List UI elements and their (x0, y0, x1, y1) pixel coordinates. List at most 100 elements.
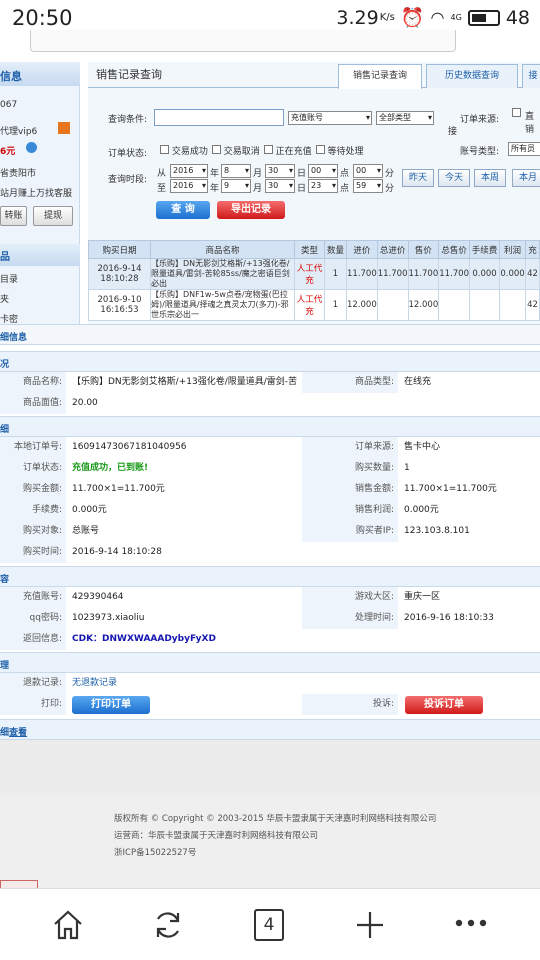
today-button[interactable]: 今天 (438, 169, 470, 187)
col-name: 商品名称 (150, 240, 295, 259)
face-value: 20.00 (72, 398, 98, 408)
search-input[interactable] (154, 109, 284, 126)
left-menu-catalog[interactable]: 目录 (0, 272, 80, 285)
transfer-button[interactable]: 转账 (0, 206, 27, 226)
cell-total-cost: 11.700 (376, 258, 409, 290)
to-hour-select[interactable]: 23 (308, 179, 338, 193)
to-month-select[interactable]: 9 (221, 179, 251, 193)
table-row[interactable]: 2016-9-14 18:10:28 【乐购】DN无影剑艾格斯/+13强化卷/限… (88, 258, 540, 290)
yesterday-button[interactable]: 昨天 (402, 169, 434, 187)
order-no-label: 本地订单号: (0, 437, 66, 458)
order-detail-panel: 细信息 况 商品名称: 【乐购】DN无影剑艾格斯/+13强化卷/限量道具/雷剑-… (0, 324, 540, 740)
export-button[interactable]: 导出记录 (217, 201, 285, 219)
product-type-value: 在线充 (404, 377, 432, 387)
sales-table: 购买日期 商品名称 类型 数量 进价 总进价 售价 总售价 手续费 利润 充 2… (88, 240, 540, 321)
to-min-select[interactable]: 59 (353, 179, 383, 193)
ip-label: 购买者IP: (302, 521, 398, 542)
unit-month-2: 月 (253, 184, 263, 194)
withdraw-button[interactable]: 提现 (33, 206, 73, 226)
clock: 20:50 (12, 6, 73, 30)
account-type-select[interactable]: 充值账号 (288, 111, 372, 125)
view-link[interactable]: 查看 (9, 728, 27, 738)
page-footer: 版权所有 © Copyright © 2003-2015 华辰卡盟隶属于天津嘉时… (0, 796, 540, 888)
query-button[interactable]: 查 询 (156, 201, 210, 219)
time-label: 购买时间: (0, 542, 66, 563)
col-qty: 数量 (324, 240, 347, 259)
cell-name[interactable]: 【乐购】DNF1w-5w点卷/宠物蛋(巴拉姆)/限量道具/择魂之真灵太刀(多刀)… (150, 289, 295, 321)
cond-label: 查询条件: (108, 115, 148, 125)
speed-unit: K/s (379, 12, 395, 23)
cell-name[interactable]: 【乐购】DN无影剑艾格斯/+13强化卷/限量道具/雷剑-苦轮85ss/魔之密语巨… (150, 258, 295, 290)
battery-level: 48 (505, 6, 530, 29)
left-panel-title: 信息 (0, 62, 80, 86)
tab-more[interactable]: 接 (522, 64, 540, 88)
tabs-count-icon[interactable]: 4 (254, 909, 284, 941)
print-order-button[interactable]: 打印订单 (72, 696, 150, 714)
section-process: 理 (0, 652, 540, 673)
address-field[interactable] (30, 30, 456, 52)
tab-sales-records[interactable]: 销售记录查询 (338, 64, 422, 89)
status-cancel-option[interactable]: 交易取消 (211, 144, 260, 157)
target-label: 购买对象: (0, 521, 66, 542)
cell-more: 42 (525, 258, 540, 290)
order-status-value: 充值成功，已到账! (72, 463, 149, 473)
cell-total-price: 11.700 (438, 258, 470, 290)
address-bar[interactable] (0, 28, 540, 54)
section-detail: 细 (0, 416, 540, 437)
account-cat-label: 账号类型: (460, 147, 500, 157)
print-label: 打印: (0, 694, 66, 715)
from-hour-select[interactable]: 00 (308, 164, 338, 178)
alarm-icon: ⏰ (400, 7, 425, 29)
refund-value[interactable]: 无退款记录 (72, 673, 302, 694)
status-options: 交易成功 交易取消 正在充值 等待处理 (160, 144, 364, 157)
more-menu-icon[interactable] (454, 917, 488, 929)
tab-history[interactable]: 历史数据查询 (426, 64, 518, 88)
source-label: 订单来源: (302, 437, 398, 458)
sale-label: 销售金额: (302, 479, 398, 500)
status-waiting-option[interactable]: 等待处理 (315, 144, 364, 157)
floating-tab[interactable] (0, 880, 38, 888)
this-week-button[interactable]: 本周 (474, 169, 506, 187)
refresh-balance-icon[interactable] (26, 142, 37, 153)
fee-value: 0.000元 (72, 505, 107, 515)
balance: 6元 (0, 147, 16, 157)
home-icon[interactable] (52, 909, 84, 941)
unit-min-2: 分 (385, 184, 395, 194)
process-time-label: 处理时间: (302, 608, 398, 629)
target-value: 总账号 (72, 526, 100, 536)
cell-cost: 11.700 (346, 258, 378, 290)
direct-checkbox[interactable] (512, 108, 521, 117)
from-month-select[interactable]: 8 (221, 164, 251, 178)
to-year-select[interactable]: 2016 (170, 179, 208, 193)
left-panel: 信息 067 代理vip6 6元 省贵阳市 站月赚上万找客服 转账 提现 品 目… (0, 62, 80, 325)
table-row[interactable]: 2016-9-10 16:16:53 【乐购】DNF1w-5w点卷/宠物蛋(巴拉… (88, 289, 540, 321)
from-day-select[interactable]: 30 (265, 164, 295, 178)
from-min-select[interactable]: 00 (353, 164, 383, 178)
status-cancel-label: 交易取消 (223, 147, 260, 157)
cell-more: 42 (525, 289, 540, 321)
from-year-select[interactable]: 2016 (170, 164, 208, 178)
status-success-option[interactable]: 交易成功 (160, 144, 208, 157)
status-charging-option[interactable]: 正在充值 (263, 144, 312, 157)
promo-text: 站月赚上万找客服 (0, 189, 73, 199)
col-profit: 利润 (499, 240, 526, 259)
browser-nav-bar: 4 (0, 888, 540, 960)
to-day-select[interactable]: 30 (265, 179, 295, 193)
cell-total-cost (376, 289, 409, 321)
status-waiting-label: 等待处理 (327, 147, 364, 157)
new-tab-icon[interactable] (354, 909, 386, 941)
left-panel-title-2: 品 (0, 244, 80, 266)
qty-label: 购买数量: (302, 458, 398, 479)
col-total-cost: 总进价 (376, 240, 409, 259)
col-more: 充 (525, 240, 540, 259)
recharge-account-label: 充值账号: (0, 587, 66, 608)
cell-fee: 0.000 (469, 258, 500, 290)
product-type-select[interactable]: 全部类型 (376, 111, 434, 125)
process-time-value: 2016-9-16 18:10:33 (404, 613, 494, 623)
left-menu-folder[interactable]: 夹 (0, 292, 80, 305)
cell-date: 2016-9-10 16:16:53 (88, 289, 151, 321)
refresh-icon[interactable] (152, 909, 184, 941)
account-cat-select[interactable]: 所有员 (508, 142, 540, 156)
complain-order-button[interactable]: 投诉订单 (405, 696, 483, 714)
this-month-button[interactable]: 本月 (512, 169, 540, 187)
